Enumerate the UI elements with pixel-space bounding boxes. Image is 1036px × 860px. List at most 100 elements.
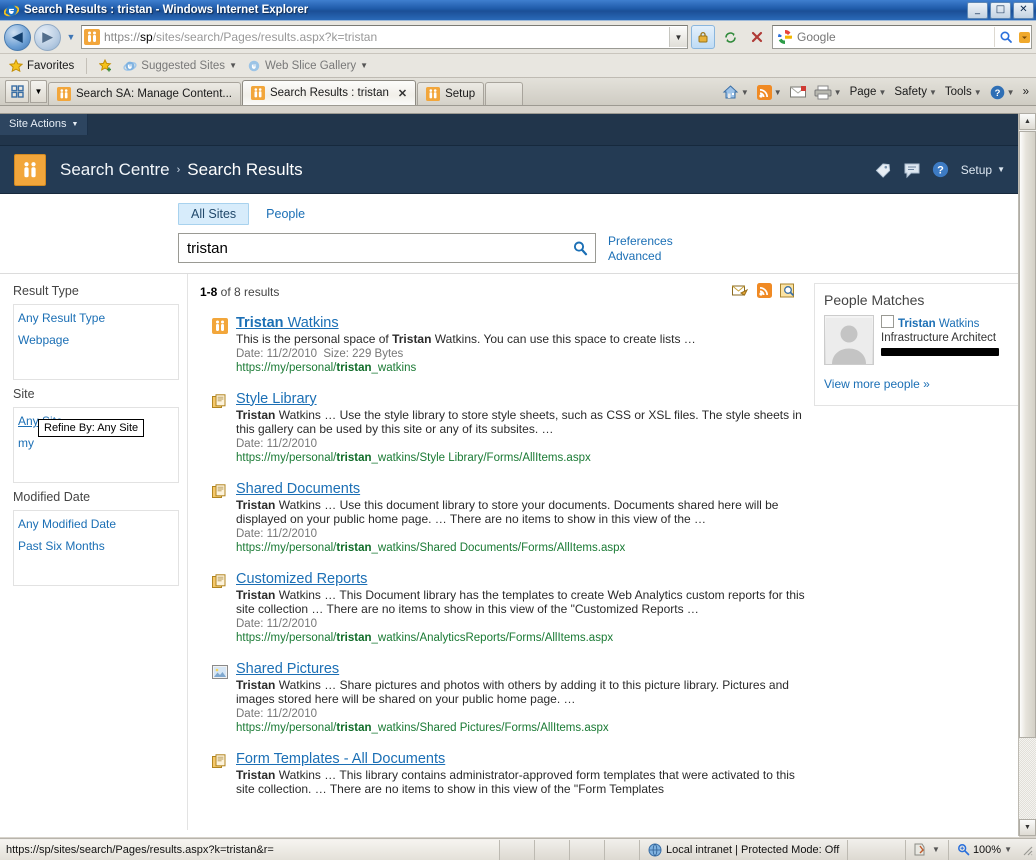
scroll-down-arrow[interactable]: ▼: [1019, 819, 1036, 836]
address-bar-url: https://sp/sites/search/Pages/results.as…: [104, 30, 669, 44]
search-input[interactable]: [179, 240, 565, 257]
command-bar-overflow[interactable]: »: [1020, 84, 1032, 100]
content-columns: Result Type Any Result Type Webpage Site…: [0, 274, 1019, 830]
compatibility-view-button[interactable]: ▼: [905, 840, 948, 860]
search-submit-button[interactable]: [565, 240, 595, 257]
result-title-link[interactable]: Form Templates - All Documents: [236, 751, 806, 767]
search-scopes: All Sites People: [0, 194, 1019, 225]
scrollbar-thumb[interactable]: [1019, 131, 1036, 738]
address-bar[interactable]: https://sp/sites/search/Pages/results.as…: [81, 25, 688, 49]
scrollbar-track[interactable]: [1019, 738, 1036, 819]
url-bold: tristan: [336, 452, 371, 464]
user-menu[interactable]: Setup ▼: [961, 163, 1005, 177]
scroll-up-arrow[interactable]: ▲: [1019, 113, 1036, 130]
tab-search-sa-manage-content[interactable]: Search SA: Manage Content...: [48, 82, 241, 105]
recent-pages-dropdown-icon[interactable]: ▼: [64, 25, 78, 50]
rss-icon: [757, 85, 772, 100]
refiner-title-modified-date: Modified Date: [0, 483, 187, 510]
print-button[interactable]: ▼: [811, 83, 845, 102]
preferences-link[interactable]: Preferences: [608, 234, 673, 248]
result-title-link[interactable]: Tristan Watkins: [236, 315, 806, 331]
desc-post: Watkins … This Document library has the …: [236, 588, 805, 617]
refiner-item-webpage[interactable]: Webpage: [14, 329, 178, 351]
tab-label-active: Search Results : tristan: [270, 87, 389, 99]
help-icon: ?: [990, 85, 1005, 100]
star-icon: [9, 59, 23, 73]
add-to-favorites-bar-icon[interactable]: [96, 58, 116, 74]
favorites-button[interactable]: Favorites: [6, 58, 77, 74]
refiner-item-any-modified-date[interactable]: Any Modified Date: [14, 513, 178, 535]
refresh-button[interactable]: [718, 25, 742, 49]
breadcrumb-site-link[interactable]: Search Centre: [60, 160, 170, 180]
result-description: This is the personal space of Tristan Wa…: [236, 332, 806, 347]
tab-setup[interactable]: Setup: [417, 82, 484, 105]
result-date: Date: 11/2/2010: [236, 438, 317, 450]
printer-icon: [814, 85, 832, 100]
view-more-people-link[interactable]: View more people »: [824, 377, 1009, 391]
svg-text:?: ?: [994, 88, 1000, 99]
rss-feed-icon[interactable]: [757, 283, 772, 301]
close-tab-icon[interactable]: ✕: [398, 87, 407, 100]
advanced-search-link[interactable]: Advanced: [608, 249, 673, 263]
search-submit-icon[interactable]: [994, 27, 1017, 47]
result-date: Date: 11/2/2010: [236, 618, 317, 630]
window-title-text: Search Results : tristan - Windows Inter…: [24, 4, 967, 16]
results-header: 1-8 of 8 results: [188, 283, 806, 301]
zoom-level-control[interactable]: 100% ▼: [948, 840, 1020, 860]
tools-menu-button[interactable]: Tools ▼: [942, 84, 985, 100]
result-title-link[interactable]: Customized Reports: [236, 571, 806, 587]
resize-grip[interactable]: [1020, 843, 1034, 857]
broken-page-icon: [914, 843, 929, 856]
scope-tab-people[interactable]: People: [253, 203, 318, 225]
person-name-bold: Tristan: [898, 318, 936, 330]
search-box[interactable]: [178, 233, 596, 263]
feeds-button[interactable]: ▼: [754, 83, 785, 102]
quick-tabs-button[interactable]: [5, 80, 29, 103]
tab-list-dropdown-button[interactable]: ▼: [30, 80, 47, 103]
refiner-item-any-result-type[interactable]: Any Result Type: [14, 307, 178, 329]
window-controls: _ □ ✕: [967, 2, 1034, 19]
security-zone-indicator[interactable]: Local intranet | Protected Mode: Off: [640, 840, 848, 860]
search-alert-icon[interactable]: [780, 283, 796, 301]
search-provider-dropdown-icon[interactable]: [1017, 27, 1031, 47]
page-scrollbar[interactable]: ▲ ▼: [1018, 113, 1036, 836]
people-matches-panel: People Matches Tristan Watkins Infrastru…: [814, 283, 1019, 406]
tab-search-results-tristan[interactable]: Search Results : tristan ✕: [242, 80, 416, 105]
help-icon[interactable]: ?: [932, 161, 950, 179]
tag-icon[interactable]: [874, 161, 892, 179]
site-actions-menu[interactable]: Site Actions ▼: [0, 114, 88, 135]
refiner-item-past-six-months[interactable]: Past Six Months: [14, 535, 178, 557]
suggested-sites-button[interactable]: Suggested Sites ▼: [120, 58, 240, 74]
address-dropdown-icon[interactable]: ▼: [669, 27, 687, 47]
window-title-bar: Search Results : tristan - Windows Inter…: [0, 0, 1036, 21]
google-icon: [777, 29, 793, 45]
refinement-panel: Result Type Any Result Type Webpage Site…: [0, 274, 188, 830]
browser-search-box[interactable]: Google: [772, 25, 1032, 49]
new-tab-button[interactable]: [485, 82, 523, 105]
minimize-button[interactable]: _: [967, 2, 988, 19]
read-mail-button[interactable]: [787, 84, 809, 101]
maximize-button[interactable]: □: [990, 2, 1011, 19]
back-button[interactable]: ◀: [4, 24, 31, 51]
url-host: sp: [140, 30, 153, 44]
person-contact-redacted: [881, 348, 999, 356]
web-slice-gallery-button[interactable]: Web Slice Gallery ▼: [244, 58, 371, 74]
forward-button[interactable]: ▶: [34, 24, 61, 51]
scope-tab-all-sites[interactable]: All Sites: [178, 203, 249, 225]
note-icon[interactable]: [903, 161, 921, 179]
alert-me-icon[interactable]: [732, 283, 749, 301]
stop-button[interactable]: [745, 25, 769, 49]
page-menu-button[interactable]: Page ▼: [847, 84, 890, 100]
home-button[interactable]: ▼: [719, 82, 752, 103]
help-menu-button[interactable]: ? ▼: [987, 83, 1018, 102]
result-title-link[interactable]: Shared Pictures: [236, 661, 806, 677]
result-title-link[interactable]: Shared Documents: [236, 481, 806, 497]
close-button[interactable]: ✕: [1013, 2, 1034, 19]
person-select-checkbox[interactable]: [881, 315, 894, 328]
result-title-link[interactable]: Style Library: [236, 391, 806, 407]
desc-bold: Tristan: [236, 588, 275, 602]
safety-menu-button[interactable]: Safety ▼: [891, 84, 940, 100]
person-name-link[interactable]: Tristan Watkins: [898, 318, 979, 330]
security-lock-icon[interactable]: [691, 25, 715, 49]
status-bar-url: https://sp/sites/search/Pages/results.as…: [0, 840, 500, 860]
